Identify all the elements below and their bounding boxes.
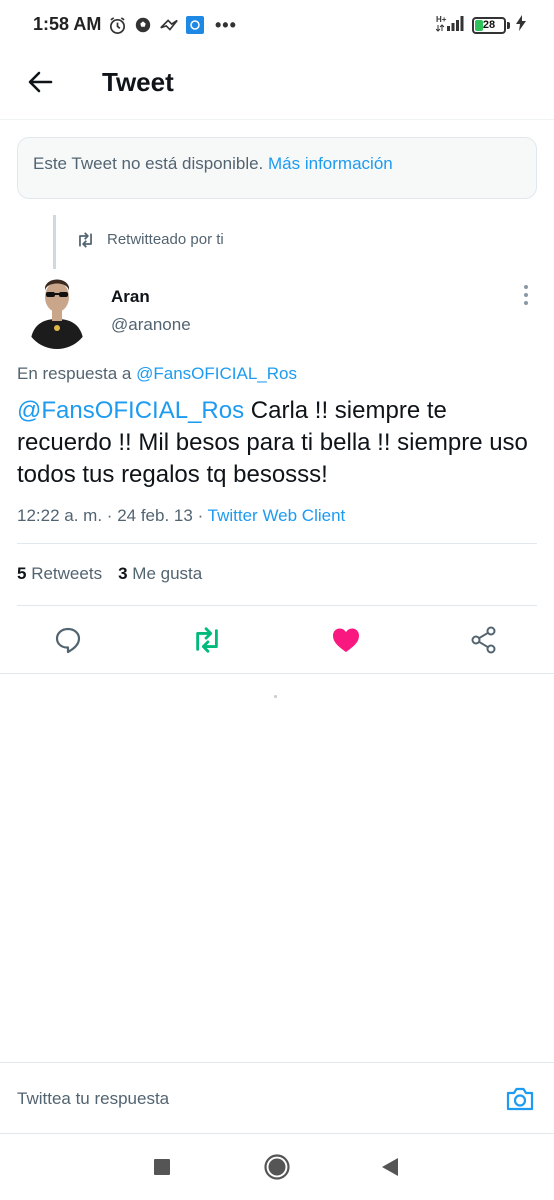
retweets-count: 5: [17, 564, 27, 583]
more-options-button[interactable]: [516, 283, 536, 307]
retweet-icon: [196, 627, 218, 653]
learn-more-link[interactable]: Más información: [268, 154, 393, 173]
triangle-back-icon: [382, 1158, 398, 1176]
loading-indicator: [274, 695, 277, 698]
alarm-clock-icon: [107, 15, 127, 35]
retweeted-by-label: Retwitteado por ti: [107, 231, 224, 248]
retweets-label: Retweets: [31, 564, 103, 583]
kebab-dot: [524, 285, 528, 289]
tweet-date: 24 feb. 13: [117, 506, 193, 525]
author-name[interactable]: Aran: [111, 287, 150, 307]
app-square-icon: [185, 15, 205, 35]
retweet-button[interactable]: [192, 625, 222, 655]
add-photo-button[interactable]: [504, 1084, 536, 1114]
retweet-small-icon: [79, 231, 92, 248]
battery-cap: [507, 21, 510, 29]
reply-bubble-icon: [55, 627, 81, 654]
page-title: Tweet: [102, 67, 174, 97]
tweet-stats: 5 Retweets 3 Me gusta: [17, 564, 202, 584]
back-arrow-icon: [28, 71, 53, 93]
reply-context-mention[interactable]: @FansOFICIAL_Ros: [136, 364, 297, 383]
signal-icon: H+: [435, 14, 466, 37]
share-icon: [471, 626, 496, 654]
home-button[interactable]: [264, 1154, 290, 1180]
notice-text: Este Tweet no está disponible.: [33, 154, 264, 173]
heart-icon: [333, 628, 359, 652]
meta-separator: ·: [197, 506, 204, 525]
battery-indicator: 28: [472, 16, 506, 34]
status-time: 1:58 AM: [33, 14, 102, 34]
notification-icons: •••: [107, 14, 237, 36]
swoosh-icon: [159, 15, 179, 35]
reply-button[interactable]: [53, 625, 83, 655]
network-type-label: H+: [436, 15, 447, 24]
reply-composer: Twittea tu respuesta: [0, 1062, 554, 1134]
reply-context: En respuesta a @FansOFICIAL_Ros: [17, 364, 297, 384]
back-nav-button[interactable]: [377, 1154, 403, 1180]
likes-stat[interactable]: 3 Me gusta: [118, 564, 202, 584]
battery-level: 28: [482, 18, 496, 31]
thread-connector-line: [53, 215, 56, 269]
likes-label: Me gusta: [132, 564, 203, 583]
share-button[interactable]: [469, 625, 499, 655]
meta-separator: ·: [106, 506, 113, 525]
top-app-bar: Tweet: [0, 50, 554, 120]
retweeted-by-indicator: Retwitteado por ti: [76, 231, 224, 248]
kebab-dot: [524, 301, 528, 305]
reply-input[interactable]: Twittea tu respuesta: [17, 1089, 169, 1109]
recent-apps-button[interactable]: [149, 1154, 175, 1180]
more-notifications-icon: •••: [215, 15, 237, 35]
avatar[interactable]: [24, 271, 90, 349]
author-handle[interactable]: @aranone: [111, 315, 191, 335]
status-bar: 1:58 AM ••• H+ 28: [0, 0, 554, 50]
home-circle-icon: [264, 1154, 290, 1180]
kebab-dot: [524, 293, 528, 297]
system-icons: H+ 28: [435, 14, 526, 37]
back-button[interactable]: [22, 64, 58, 100]
avatar-photo: [24, 271, 90, 349]
tweet-mention[interactable]: @FansOFICIAL_Ros: [17, 397, 244, 424]
square-icon: [154, 1159, 170, 1175]
soccer-ball-icon: [133, 15, 153, 35]
unavailable-tweet-notice: Este Tweet no está disponible. Más infor…: [17, 137, 537, 199]
tweet-text: @FansOFICIAL_Ros Carla !! siempre te rec…: [17, 395, 537, 491]
camera-icon: [506, 1087, 534, 1111]
reply-context-prefix: En respuesta a: [17, 364, 132, 383]
tweet-meta: 12:22 a. m. · 24 feb. 13 · Twitter Web C…: [17, 506, 345, 526]
charging-bolt-icon: [516, 14, 526, 36]
like-button[interactable]: [331, 625, 361, 655]
tweet-client-link[interactable]: Twitter Web Client: [208, 506, 346, 525]
tweet-time: 12:22 a. m.: [17, 506, 103, 525]
likes-count: 3: [118, 564, 128, 583]
retweets-stat[interactable]: 5 Retweets: [17, 564, 102, 584]
tweet-actions: [0, 606, 554, 674]
divider: [17, 543, 537, 544]
system-navigation-bar: [0, 1135, 554, 1200]
